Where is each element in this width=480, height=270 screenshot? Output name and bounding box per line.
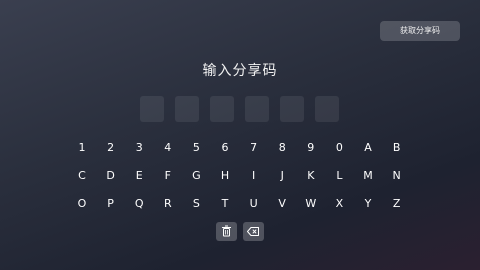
- code-input-boxes: [140, 96, 340, 122]
- key-z[interactable]: Z: [385, 194, 409, 214]
- key-4[interactable]: 4: [156, 138, 180, 158]
- key-e[interactable]: E: [127, 166, 151, 186]
- key-3[interactable]: 3: [127, 138, 151, 158]
- key-i[interactable]: I: [242, 166, 266, 186]
- key-u[interactable]: U: [242, 194, 266, 214]
- key-y[interactable]: Y: [356, 194, 380, 214]
- key-w[interactable]: W: [299, 194, 323, 214]
- key-8[interactable]: 8: [270, 138, 294, 158]
- key-r[interactable]: R: [156, 194, 180, 214]
- key-9[interactable]: 9: [299, 138, 323, 158]
- key-x[interactable]: X: [327, 194, 351, 214]
- key-a[interactable]: A: [356, 138, 380, 158]
- key-0[interactable]: 0: [327, 138, 351, 158]
- key-5[interactable]: 5: [184, 138, 208, 158]
- key-o[interactable]: O: [70, 194, 94, 214]
- code-box-1: [140, 96, 164, 122]
- code-box-4: [245, 96, 269, 122]
- code-box-2: [175, 96, 199, 122]
- clear-button[interactable]: [216, 222, 237, 241]
- code-box-5: [280, 96, 304, 122]
- key-d[interactable]: D: [99, 166, 123, 186]
- key-c[interactable]: C: [70, 166, 94, 186]
- key-2[interactable]: 2: [99, 138, 123, 158]
- key-h[interactable]: H: [213, 166, 237, 186]
- key-m[interactable]: M: [356, 166, 380, 186]
- key-b[interactable]: B: [385, 138, 409, 158]
- code-box-6: [315, 96, 339, 122]
- key-1[interactable]: 1: [70, 138, 94, 158]
- key-v[interactable]: V: [270, 194, 294, 214]
- key-q[interactable]: Q: [127, 194, 151, 214]
- backspace-button[interactable]: [243, 222, 264, 241]
- get-share-code-button[interactable]: 获取分享码: [380, 21, 460, 41]
- key-f[interactable]: F: [156, 166, 180, 186]
- key-l[interactable]: L: [327, 166, 351, 186]
- key-p[interactable]: P: [99, 194, 123, 214]
- key-7[interactable]: 7: [242, 138, 266, 158]
- key-g[interactable]: G: [184, 166, 208, 186]
- key-j[interactable]: J: [270, 166, 294, 186]
- key-n[interactable]: N: [385, 166, 409, 186]
- code-box-3: [210, 96, 234, 122]
- key-k[interactable]: K: [299, 166, 323, 186]
- key-6[interactable]: 6: [213, 138, 237, 158]
- key-s[interactable]: S: [184, 194, 208, 214]
- key-t[interactable]: T: [213, 194, 237, 214]
- page-title: 输入分享码: [202, 63, 278, 79]
